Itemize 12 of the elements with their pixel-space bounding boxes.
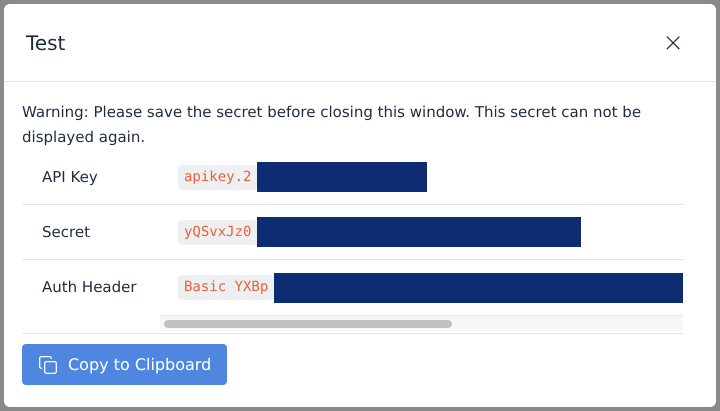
- code-value: apikey.2: [178, 164, 258, 190]
- field-label: API Key: [41, 166, 99, 188]
- warning-text: Warning: Please save the secret before closing this window. This secret can not be displayed again.: [22, 102, 642, 148]
- code-value: Basic YXBp: [178, 275, 274, 300]
- code-value: yQSvxJz0: [178, 220, 258, 244]
- copy-button[interactable]: Copy to Clipboard: [22, 344, 228, 385]
- field-label: Auth Header: [41, 277, 138, 298]
- field-label: Secret: [41, 222, 91, 243]
- close-button[interactable]: ×: [662, 30, 684, 56]
- dialog-title: Test: [26, 30, 66, 56]
- copy-icon: [38, 354, 58, 374]
- scrollbar-thumb[interactable]: [164, 320, 452, 328]
